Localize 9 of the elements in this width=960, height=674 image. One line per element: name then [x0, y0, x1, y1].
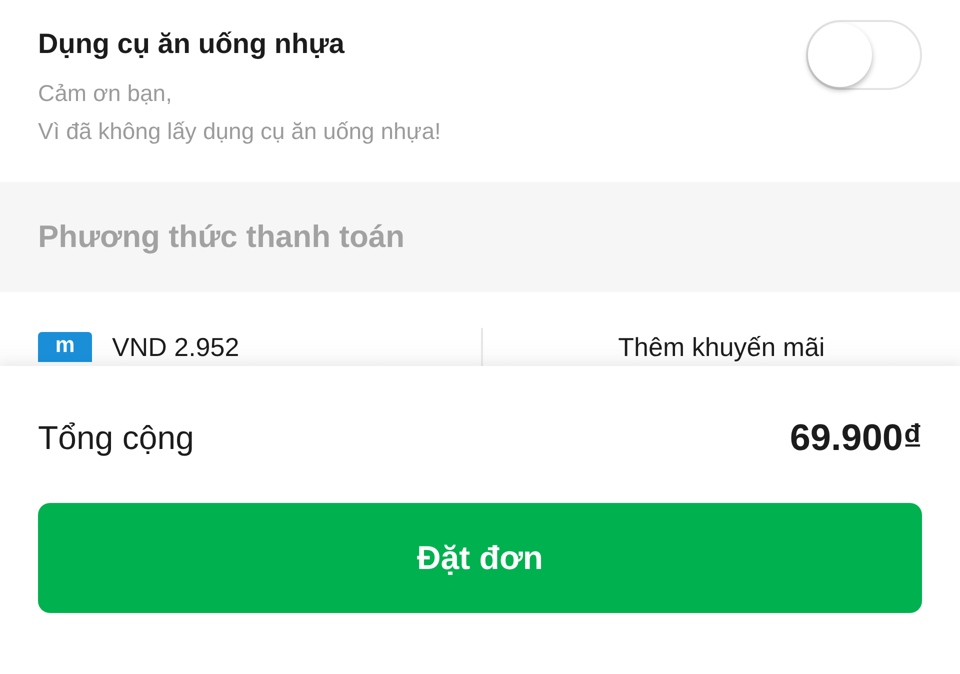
utensils-title: Dụng cụ ăn uống nhựa: [38, 27, 346, 61]
utensils-toggle[interactable]: [806, 20, 922, 90]
thank-you-message: Cảm ơn bạn, Vì đã không lấy dụng cụ ăn uống nhựa!: [38, 79, 441, 146]
total-amount: 69.900₫: [790, 417, 922, 459]
add-promo-link[interactable]: Thêm khuyến mãi: [618, 332, 825, 362]
wallet-logo-icon: m: [38, 332, 92, 362]
wallet-balance[interactable]: VND 2.952: [112, 332, 240, 362]
payment-heading: Phương thức thanh toán: [38, 219, 405, 255]
total-label: Tổng cộng: [38, 419, 194, 457]
